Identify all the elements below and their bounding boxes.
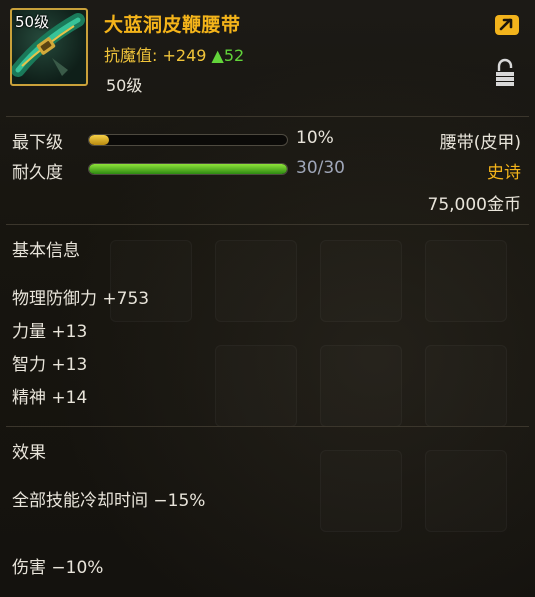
grade-bar-fill [89,135,109,145]
durability-bar [88,163,288,175]
item-type: 腰带(皮甲) [439,133,521,153]
durability-label: 耐久度 [12,163,63,183]
rarity-label: 史诗 [487,163,521,183]
background-slot [320,450,402,532]
background-slot [425,345,507,427]
background-slot [320,240,402,322]
background-slot [215,345,297,427]
required-level: 50级 [106,76,143,95]
basic-stat-line: 力量 +13 [12,322,88,342]
divider [6,116,529,117]
grade-percent: 10% [296,128,334,148]
divider [6,426,529,427]
item-tooltip-panel: 50级 大蓝洞皮鞭腰带 抗魔值: +249 ▲52 50级 最下级 10% 腰带… [0,0,535,597]
item-name: 大蓝洞皮鞭腰带 [104,14,241,36]
background-slot [425,240,507,322]
magic-resist-value: +249 [162,46,207,65]
basic-stat-line: 物理防御力 +753 [12,289,150,309]
item-level-badge: 50级 [15,13,50,31]
background-slot [425,450,507,532]
share-icon[interactable] [494,12,520,36]
durability-value: 30/30 [296,158,345,178]
background-slot [215,240,297,322]
lock-icon[interactable] [494,58,516,88]
grade-bar [88,134,288,146]
basic-stat-line: 智力 +13 [12,355,88,375]
magic-resist-row: 抗魔值: +249 ▲52 [104,42,244,66]
durability-bar-fill [89,164,287,174]
magic-resist-label: 抗魔值: [104,46,158,65]
background-slot [110,240,192,322]
grade-label: 最下级 [12,133,63,153]
effect-line: 全部技能冷却时间 −15% [12,491,206,511]
effect-line: 伤害 −10% [12,558,104,578]
basic-stat-line: 精神 +14 [12,388,88,408]
item-icon-frame[interactable]: 50级 [10,8,88,86]
effects-title: 效果 [12,443,46,463]
divider [6,224,529,225]
background-slot [320,345,402,427]
item-price: 75,000金币 [427,195,521,215]
basic-info-title: 基本信息 [12,241,80,261]
magic-resist-delta: ▲52 [211,46,245,65]
